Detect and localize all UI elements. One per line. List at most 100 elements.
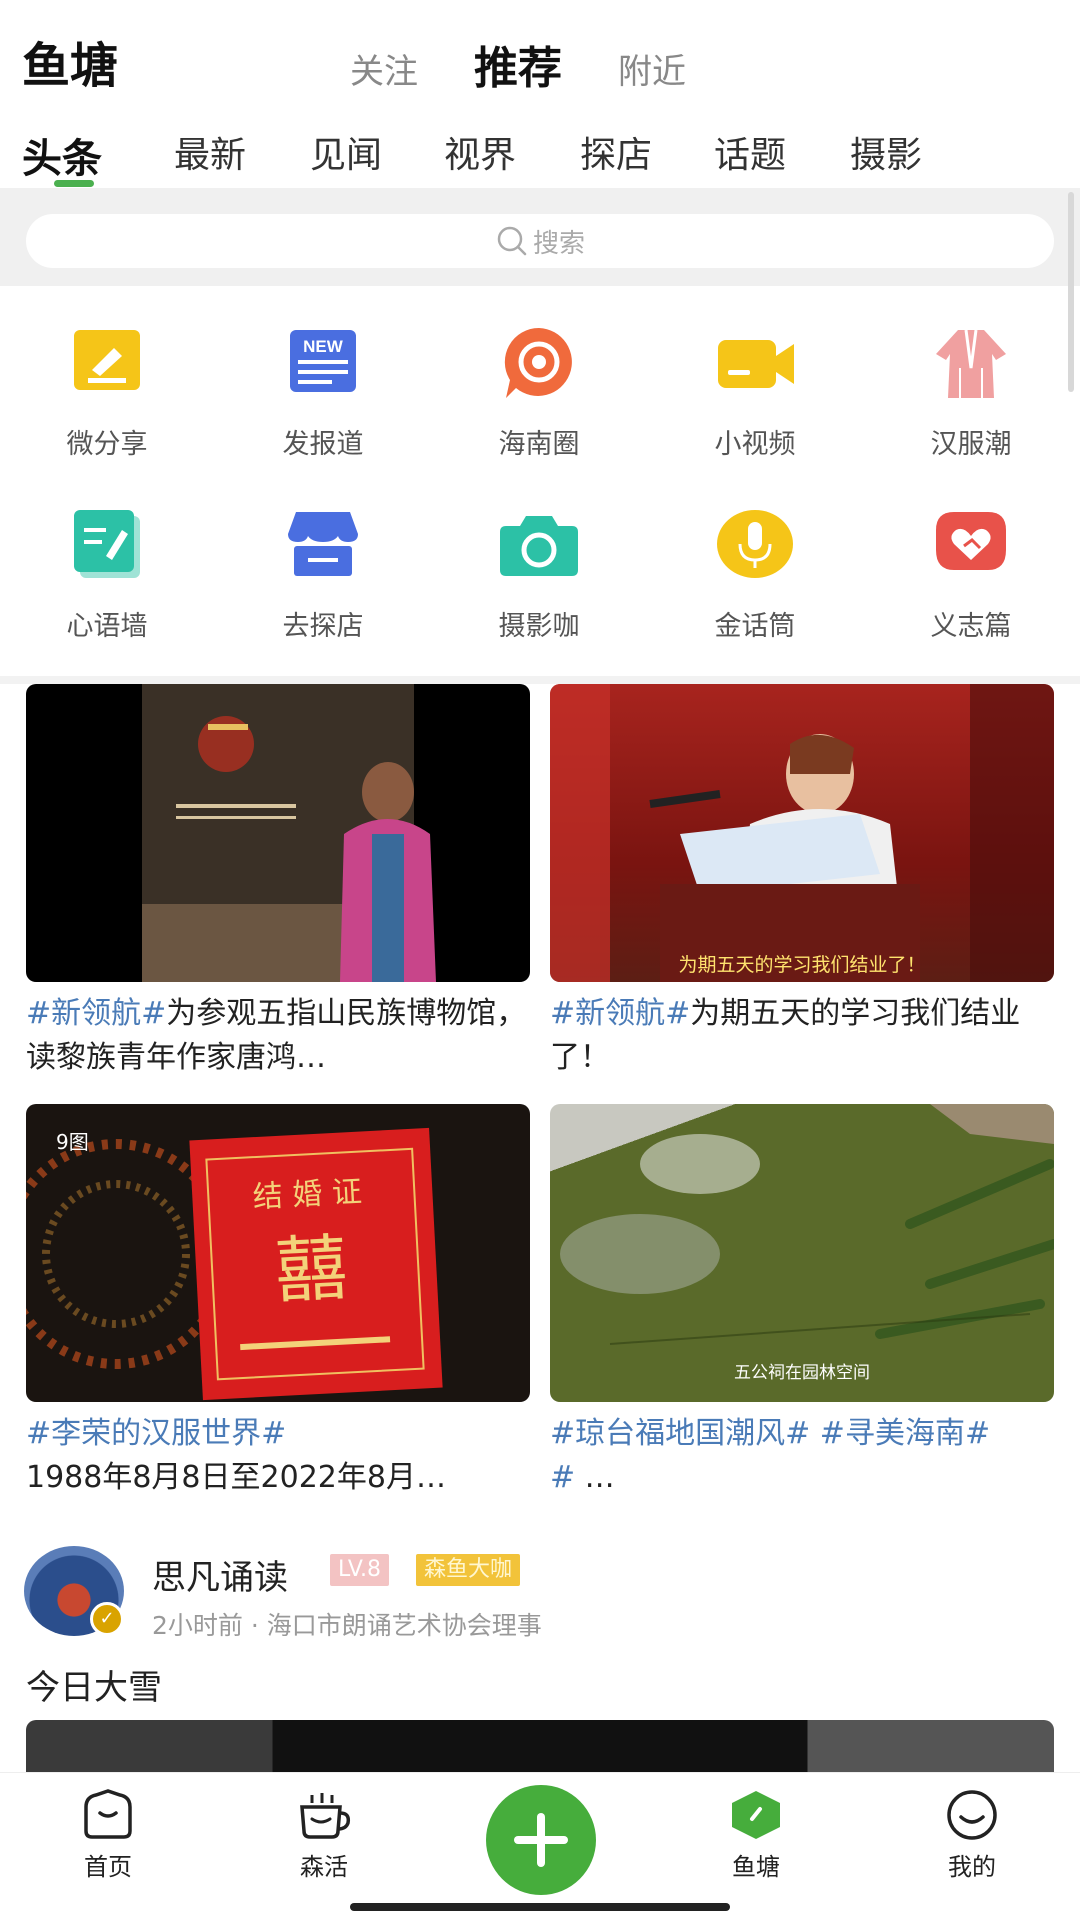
card-hashtag[interactable]: #新领航# — [550, 996, 690, 1031]
category-hanfu[interactable]: 汉服潮 — [881, 290, 1061, 460]
bottom-nav: 首页 森活 鱼塘 我的 — [0, 1772, 1080, 1920]
home-indicator[interactable] — [350, 1903, 730, 1911]
feed-card[interactable]: 为期五天的学习我们结业了！ #新领航#为期五天的学习我们结业了！ — [550, 684, 1054, 1080]
vip-badge: 森鱼大咖 — [416, 1554, 521, 1586]
category-label: 金话筒 — [714, 611, 796, 642]
verified-icon: ✓ — [90, 1602, 124, 1636]
nav-label: 森活 — [300, 1853, 348, 1881]
category-report[interactable]: NEW 发报道 — [233, 290, 413, 460]
ceremony-photo — [550, 684, 1054, 982]
category-label: 去探店 — [282, 611, 364, 642]
svg-text:囍: 囍 — [273, 1225, 349, 1313]
store-icon — [288, 512, 358, 576]
card-title: #李荣的汉服世界# 1988年8月8日至2022年8月… — [26, 1412, 530, 1500]
search-icon — [497, 226, 527, 256]
category-label: 汉服潮 — [930, 429, 1012, 460]
category-micro-share[interactable]: 微分享 — [17, 290, 197, 460]
app-title: 鱼塘 — [22, 38, 119, 94]
circle-chat-icon — [504, 327, 572, 398]
card-hashtag[interactable]: #李荣的汉服世界# — [26, 1416, 286, 1451]
post-username[interactable]: 思凡诵读 — [152, 1550, 288, 1599]
heart-hand-icon — [936, 512, 1006, 570]
subtab-topics[interactable]: 话题 — [714, 126, 786, 178]
card-hashtag[interactable]: #琼台福地国潮风# #寻美海南# — [550, 1416, 990, 1451]
post-meta: 2小时前 · 海口市朗诵艺术协会理事 — [152, 1611, 542, 1640]
nav-label: 鱼塘 — [732, 1853, 780, 1881]
subtab-headline[interactable]: 头条 — [22, 126, 102, 184]
card-hashtag[interactable]: #新领航# — [26, 996, 166, 1031]
search-area: 搜索 — [0, 188, 1080, 286]
header: 鱼塘 关注 推荐 附近 — [0, 0, 1080, 110]
camera-icon — [500, 516, 578, 576]
plus-icon — [514, 1813, 568, 1867]
nav-life[interactable]: 森活 — [264, 1789, 384, 1882]
share-note-icon — [74, 330, 140, 390]
category-visit-store[interactable]: 去探店 — [233, 472, 413, 642]
feed-card[interactable]: 结 婚 证 囍 9图 #李荣的汉服世界# 1988年8月8日至2022年8月… — [26, 1104, 530, 1500]
category-label: 义志篇 — [930, 611, 1012, 642]
pond-icon — [732, 1791, 780, 1839]
cup-icon — [300, 1793, 351, 1839]
subtab-vision[interactable]: 视界 — [444, 126, 516, 178]
card-text: … — [575, 1460, 615, 1495]
category-short-video[interactable]: 小视频 — [665, 290, 845, 460]
video-camera-icon — [718, 340, 794, 388]
certificate-photo: 结 婚 证 囍 — [26, 1127, 443, 1401]
card-title: #新领航#为期五天的学习我们结业了！ — [550, 992, 1054, 1080]
nav-mine[interactable]: 我的 — [912, 1789, 1032, 1882]
card-title: #琼台福地国潮风# #寻美海南# # … — [550, 1416, 991, 1495]
image-count-badge: 9图 — [56, 1130, 89, 1154]
nav-label: 我的 — [948, 1853, 996, 1881]
section-divider — [0, 676, 1080, 684]
top-tabs: 关注 推荐 附近 — [350, 32, 742, 96]
subtab-photography[interactable]: 摄影 — [850, 126, 922, 178]
category-photo[interactable]: 摄影咖 — [449, 472, 629, 642]
search-placeholder: 搜索 — [532, 228, 585, 259]
home-icon — [84, 1789, 132, 1839]
category-label: 心语墙 — [66, 611, 148, 642]
add-post-button[interactable] — [486, 1785, 596, 1895]
feed-card[interactable]: #新领航#为参观五指山民族博物馆，读黎族青年作家唐鸿… — [26, 684, 530, 1080]
card-image[interactable]: 五公祠在园林空间 — [550, 1104, 1054, 1402]
svg-text:NEW: NEW — [303, 337, 344, 356]
card-title: #新领航#为参观五指山民族博物馆，读黎族青年作家唐鸿… — [26, 992, 530, 1080]
tab-follow[interactable]: 关注 — [350, 44, 418, 93]
card-image[interactable] — [26, 684, 530, 982]
category-label: 微分享 — [66, 429, 148, 460]
subtab-news[interactable]: 见闻 — [310, 126, 382, 178]
subtab-explore-store[interactable]: 探店 — [580, 126, 652, 178]
search-input[interactable]: 搜索 — [26, 214, 1054, 268]
tab-nearby[interactable]: 附近 — [618, 44, 686, 93]
nav-label: 首页 — [84, 1853, 132, 1881]
nav-pond[interactable]: 鱼塘 — [696, 1789, 816, 1882]
category-label: 海南圈 — [498, 429, 580, 460]
category-hainan-circle[interactable]: 海南圈 — [449, 290, 629, 460]
hanfu-icon — [936, 329, 1006, 398]
tab-recommend[interactable]: 推荐 — [474, 32, 562, 96]
category-heart-wall[interactable]: 心语墙 — [17, 472, 197, 642]
microphone-icon — [717, 510, 793, 578]
card-caption: 为期五天的学习我们结业了！ — [678, 954, 926, 976]
card-text: 1988年8月8日至2022年8月… — [26, 1460, 446, 1495]
tab-indicator — [54, 180, 94, 187]
sub-tabs: 头条 最新 见闻 视界 探店 话题 摄影 — [0, 118, 1080, 188]
smile-icon — [947, 1790, 997, 1840]
category-label: 小视频 — [714, 429, 796, 460]
category-volunteer[interactable]: 义志篇 — [881, 472, 1061, 642]
svg-text:结 婚 证: 结 婚 证 — [252, 1175, 363, 1216]
card-caption: 五公祠在园林空间 — [734, 1363, 870, 1383]
category-grid: 微分享 NEW 发报道 海南圈 小视频 汉服潮 心语墙 去探店 摄影咖 金话筒 … — [0, 290, 1080, 680]
news-icon: NEW — [290, 330, 356, 392]
post-image[interactable] — [26, 1720, 1054, 1780]
card-image[interactable]: 结 婚 证 囍 9图 — [26, 1104, 530, 1402]
level-badge: LV.8 — [330, 1554, 390, 1586]
category-label: 发报道 — [282, 429, 364, 460]
museum-photo — [142, 716, 436, 982]
nav-home[interactable]: 首页 — [48, 1789, 168, 1882]
feed-card[interactable]: 五公祠在园林空间 #琼台福地国潮风# #寻美海南# # … — [550, 1104, 1054, 1500]
post-text: 今日大雪 — [26, 1668, 162, 1708]
category-label: 摄影咖 — [498, 611, 580, 642]
category-golden-mic[interactable]: 金话筒 — [665, 472, 845, 642]
card-image[interactable]: 为期五天的学习我们结业了！ — [550, 684, 1054, 982]
subtab-latest[interactable]: 最新 — [174, 126, 246, 178]
